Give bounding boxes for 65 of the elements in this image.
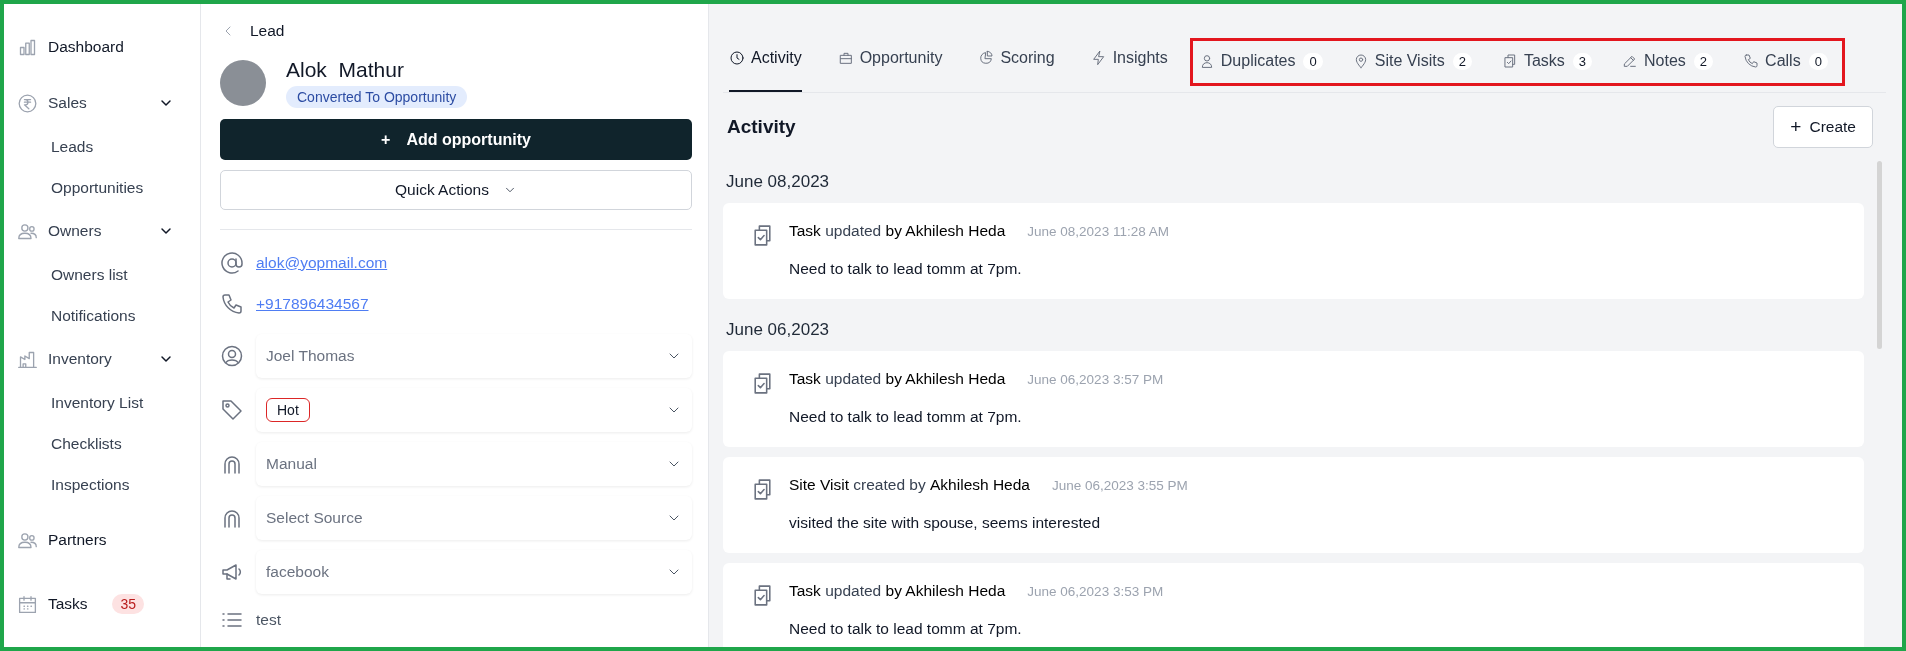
- sidebar-item[interactable]: Owners: [4, 208, 200, 254]
- tab[interactable]: Opportunity: [837, 28, 943, 92]
- phone-icon: [220, 291, 244, 316]
- sidebar-subitem[interactable]: Opportunities: [4, 167, 200, 208]
- sidebar-item[interactable]: Partners: [4, 517, 200, 563]
- note-text: test: [256, 611, 281, 629]
- add-opportunity-button[interactable]: + Add opportunity: [220, 119, 692, 160]
- phone-icon: [1743, 53, 1760, 69]
- sidebar-item[interactable]: Sales: [4, 80, 200, 126]
- date-heading: June 08,2023: [725, 171, 831, 193]
- tab[interactable]: Scoring: [978, 28, 1055, 92]
- timestamp: June 06,2023 3:57 PM: [1027, 372, 1164, 387]
- dropdown-field[interactable]: Hot: [256, 388, 692, 432]
- create-button[interactable]: + Create: [1773, 106, 1873, 148]
- sidebar-subitem[interactable]: Inspections: [4, 464, 200, 505]
- dropdown-field[interactable]: Manual: [256, 442, 692, 486]
- section-title: Activity: [727, 116, 796, 138]
- activity-headline: Task updated by Akhilesh Heda: [789, 370, 1006, 388]
- dropdown-field[interactable]: facebook: [256, 550, 692, 594]
- activity-headline: Task updated by Akhilesh Heda: [789, 222, 1006, 240]
- avatar-placeholder: [220, 60, 266, 106]
- tab[interactable]: Tasks 3: [1501, 43, 1593, 81]
- lightning-icon: [1090, 50, 1107, 66]
- page-title: Lead: [250, 22, 285, 40]
- sidebar-subitem[interactable]: Owners list: [4, 254, 200, 295]
- tab[interactable]: Notes 2: [1622, 43, 1714, 81]
- activity-note: Need to talk to lead tomm at 7pm.: [789, 408, 1023, 426]
- quick-actions-button[interactable]: Quick Actions: [220, 170, 692, 210]
- timestamp: June 06,2023 3:53 PM: [1027, 584, 1164, 599]
- pie-chart-icon: [978, 50, 995, 66]
- sidebar-subitem[interactable]: Inventory List: [4, 382, 200, 423]
- briefcase-icon: [837, 50, 854, 66]
- rupee-icon: [17, 92, 38, 114]
- timestamp: June 06,2023 3:55 PM: [1052, 478, 1188, 493]
- sidebar-item[interactable]: Dashboard: [4, 24, 200, 70]
- activity-headline: Site Visit created by Akhilesh Heda: [789, 476, 1030, 494]
- activity-headline: Task updated by Akhilesh Heda: [789, 582, 1006, 600]
- timestamp: June 08,2023 11:28 AM: [1027, 224, 1169, 239]
- user-circle-icon: [220, 344, 244, 368]
- count-badge: 35: [112, 594, 144, 614]
- status-badge: Converted To Opportunity: [286, 86, 468, 108]
- activity-note: Need to talk to lead tomm at 7pm.: [789, 260, 1023, 278]
- activity-note: visited the site with spouse, seems interested: [789, 514, 1101, 532]
- sidebar-subitem[interactable]: Leads: [4, 126, 200, 167]
- sidebar-item[interactable]: Inventory: [4, 336, 200, 382]
- phone-link[interactable]: +917896434567: [256, 294, 369, 313]
- sidebar-subitem[interactable]: Checklists: [4, 423, 200, 464]
- dropdown-field[interactable]: Joel Thomas: [256, 334, 692, 378]
- pencil-icon: [1622, 53, 1639, 69]
- tab[interactable]: Site Visits 2: [1352, 43, 1472, 81]
- activity-note: Need to talk to lead tomm at 7pm.: [789, 620, 1023, 638]
- sidebar-item[interactable]: Tasks 35: [4, 581, 200, 627]
- email-link[interactable]: alok@yopmail.com: [256, 253, 388, 272]
- tab[interactable]: Duplicates 0: [1198, 43, 1323, 81]
- clock-icon: [729, 50, 745, 66]
- tag-icon: [220, 398, 244, 422]
- calendar-icon: [17, 593, 38, 615]
- dropdown-field[interactable]: Select Source: [256, 496, 692, 540]
- sidebar-subitem[interactable]: Notifications: [4, 295, 200, 336]
- lead-name: Alok Mathur: [286, 58, 405, 82]
- tab[interactable]: Insights: [1090, 28, 1168, 92]
- tab[interactable]: Calls 0: [1743, 43, 1828, 81]
- date-heading: June 06,2023: [725, 319, 831, 341]
- at-sign-icon: [220, 250, 244, 275]
- tab[interactable]: Activity: [729, 28, 802, 92]
